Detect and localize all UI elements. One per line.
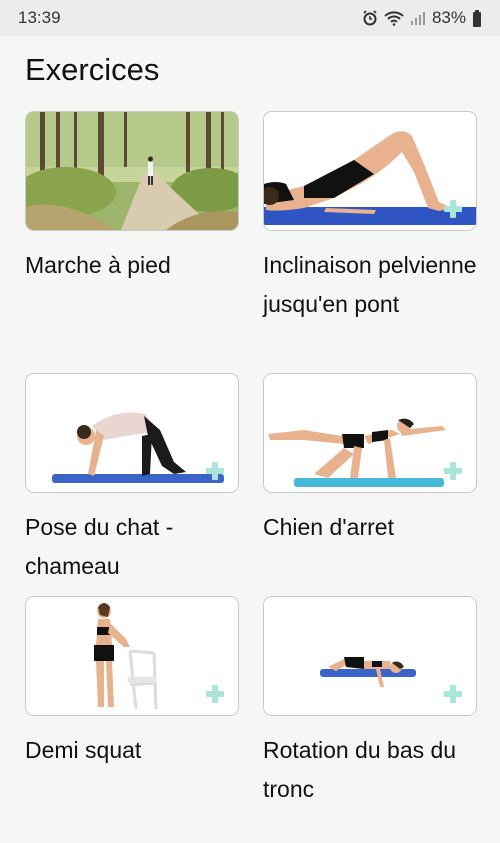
exercise-thumbnail[interactable] <box>263 111 477 231</box>
forest-path-image <box>26 112 238 230</box>
exercise-label[interactable]: Demi squat <box>25 731 255 770</box>
exercise-thumbnail[interactable] <box>25 111 239 231</box>
exercise-thumbnail[interactable] <box>25 596 239 716</box>
exercise-card-demi-squat[interactable]: Demi squat <box>25 596 239 770</box>
exercise-card-pont[interactable]: Inclinaison pelvienne jusqu'en pont <box>263 111 477 324</box>
exercise-thumbnail[interactable] <box>263 596 477 716</box>
exercise-thumbnail[interactable] <box>25 373 239 493</box>
exercise-label[interactable]: Chien d'arret <box>263 508 493 547</box>
plus-icon <box>206 685 224 703</box>
plus-icon <box>444 462 462 480</box>
plus-icon <box>206 462 224 480</box>
exercise-grid: Marche à pied Inclinaison pelvienne jusq… <box>0 0 500 843</box>
exercise-card-chien-arret[interactable]: Chien d'arret <box>263 373 477 547</box>
exercise-card-marche[interactable]: Marche à pied <box>25 111 239 285</box>
exercise-card-chat-chameau[interactable]: Pose du chat - chameau <box>25 373 239 586</box>
exercise-label[interactable]: Pose du chat - chameau <box>25 508 255 586</box>
exercise-card-rotation-tronc[interactable]: Rotation du bas du tronc <box>263 596 477 809</box>
exercise-label[interactable]: Marche à pied <box>25 246 255 285</box>
exercise-thumbnail[interactable] <box>263 373 477 493</box>
exercise-label[interactable]: Inclinaison pelvienne jusqu'en pont <box>263 246 493 324</box>
exercise-label[interactable]: Rotation du bas du tronc <box>263 731 493 809</box>
plus-icon <box>444 200 462 218</box>
plus-icon <box>444 685 462 703</box>
